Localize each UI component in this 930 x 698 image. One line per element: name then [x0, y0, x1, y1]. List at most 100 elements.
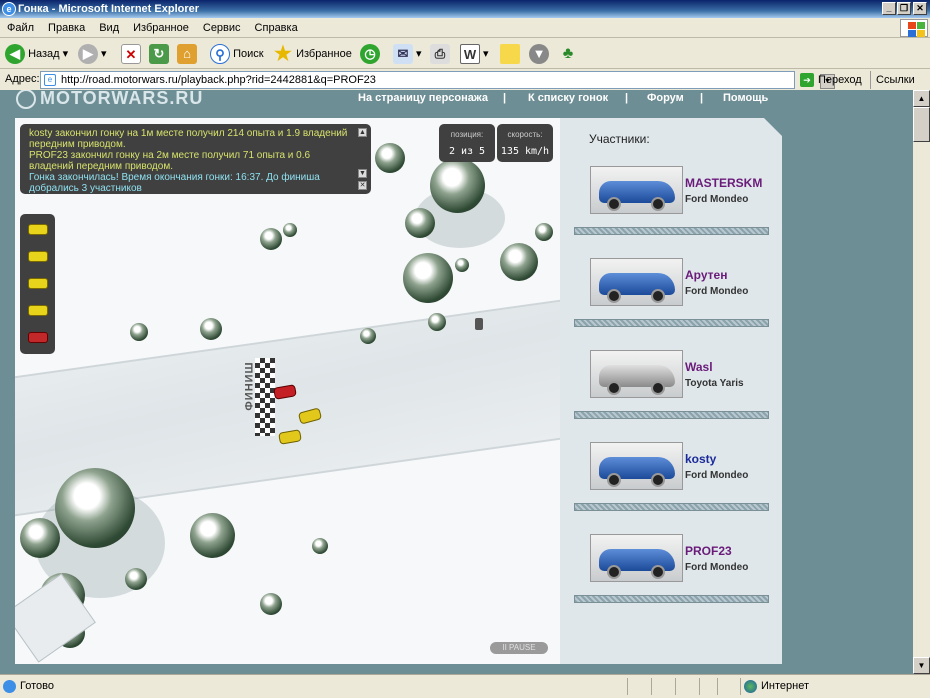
back-label: Назад — [28, 48, 60, 60]
search-button[interactable]: ⚲ Поиск — [210, 42, 264, 66]
tree — [312, 538, 328, 554]
scrollbar-thumb[interactable] — [913, 107, 930, 142]
menu-tools[interactable]: Сервис — [196, 18, 248, 38]
participant-card[interactable]: PROF23 Ford Mondeo — [590, 534, 760, 584]
participant-name[interactable]: Wasl — [685, 360, 713, 374]
menu-favorites[interactable]: Избранное — [126, 18, 196, 38]
address-input[interactable]: e http://road.motorwars.ru/playback.php?… — [40, 71, 835, 89]
maximize-button[interactable]: ❐ — [897, 2, 911, 15]
home-icon: ⌂ — [177, 44, 197, 65]
security-zone: Интернет — [761, 680, 809, 692]
participant-name[interactable]: kosty — [685, 452, 716, 466]
car-photo — [590, 166, 683, 214]
go-button[interactable]: ➔ Переход — [800, 71, 862, 89]
stop-button[interactable]: ✕ — [121, 42, 141, 66]
nav-character-page[interactable]: На страницу персонажа — [358, 92, 488, 104]
tree — [260, 228, 282, 250]
participants-title: Участники: — [589, 132, 650, 146]
discuss-button[interactable] — [500, 42, 520, 66]
tree — [360, 328, 376, 344]
mail-button[interactable]: ✉ ▾ — [393, 42, 422, 66]
address-label: Адрес: — [5, 73, 40, 85]
edit-icon: W — [460, 44, 480, 65]
menu-edit[interactable]: Правка — [41, 18, 92, 38]
tree — [500, 243, 538, 281]
go-arrow-icon: ➔ — [800, 73, 814, 88]
forward-button[interactable]: ▶ ▾ — [78, 42, 107, 66]
race-playback-area[interactable]: ФИНИШ kosty закончил гонку на 1м месте п… — [15, 118, 560, 664]
participant-card[interactable]: kosty Ford Mondeo — [590, 442, 760, 492]
racer-car-icon[interactable] — [28, 305, 48, 316]
speed-panel: скорость: 135 km/h — [497, 124, 553, 162]
research-button[interactable]: ▼ — [529, 42, 549, 66]
history-button[interactable]: ◷ — [360, 42, 380, 66]
racer-car-icon[interactable] — [28, 332, 48, 343]
menu-help[interactable]: Справка — [248, 18, 305, 38]
pause-button[interactable]: II PAUSE — [490, 642, 548, 654]
menu-bar: Файл Правка Вид Избранное Сервис Справка — [0, 18, 930, 38]
nav-separator: | — [503, 92, 507, 104]
tree — [200, 318, 222, 340]
print-button[interactable]: ⎙ — [430, 42, 450, 66]
racer-car-icon[interactable] — [28, 278, 48, 289]
menu-view[interactable]: Вид — [92, 18, 126, 38]
status-text: Готово — [20, 680, 54, 692]
edit-button[interactable]: W ▾ — [460, 42, 489, 66]
windows-logo-icon — [900, 19, 928, 37]
tree — [130, 323, 148, 341]
close-button[interactable]: ✕ — [913, 2, 927, 15]
racer-car-icon[interactable] — [28, 224, 48, 235]
participant-name[interactable]: PROF23 — [685, 544, 732, 558]
scroll-down-arrow-icon[interactable]: ▼ — [913, 657, 930, 674]
tree — [283, 223, 297, 237]
nav-race-list[interactable]: К списку гонок — [528, 92, 608, 104]
mail-icon: ✉ — [393, 44, 413, 65]
message-line: Гонка закончилась! Время окончания гонки… — [29, 172, 320, 194]
participant-car: Ford Mondeo — [685, 470, 749, 481]
car-photo — [590, 258, 683, 306]
nav-forum[interactable]: Форум — [647, 92, 684, 104]
minimize-button[interactable]: _ — [882, 2, 896, 15]
position-panel: позиция: 2 из 5 — [439, 124, 495, 162]
vertical-scrollbar[interactable]: ▲ ▼ — [913, 90, 930, 674]
message-line: kosty закончил гонку на 1м месте получил… — [29, 128, 348, 150]
racer-car-list — [20, 214, 55, 354]
participant-card[interactable]: Wasl Toyota Yaris — [590, 350, 760, 400]
tree — [535, 223, 553, 241]
scroll-up-arrow-icon[interactable]: ▲ — [913, 90, 930, 107]
speed-label: скорость: — [507, 130, 543, 139]
participant-divider — [574, 319, 769, 327]
participant-card[interactable]: Арутен Ford Mondeo — [590, 258, 760, 308]
ie-logo-icon: e — [2, 2, 16, 16]
back-button[interactable]: ◀ Назад ▾ — [5, 42, 68, 66]
racer-car-icon[interactable] — [28, 251, 48, 262]
search-icon: ⚲ — [210, 44, 230, 65]
forward-arrow-icon: ▶ — [78, 44, 98, 65]
favorites-button[interactable]: ★ Избранное — [273, 42, 352, 66]
nav-help[interactable]: Помощь — [723, 92, 768, 104]
home-button[interactable]: ⌂ — [177, 42, 197, 66]
close-messages-icon[interactable]: ✕ — [358, 181, 367, 190]
page-status-icon — [3, 680, 16, 693]
finish-label: ФИНИШ — [243, 361, 256, 411]
messenger-icon: ♣ — [562, 45, 574, 63]
menu-file[interactable]: Файл — [0, 18, 41, 38]
tree — [428, 313, 446, 331]
links-button[interactable]: Ссылки — [870, 71, 915, 89]
history-icon: ◷ — [360, 44, 380, 65]
speed-value: 135 km/h — [500, 146, 550, 157]
participant-name[interactable]: MASTERSKM — [685, 176, 762, 190]
title-bar: e Гонка - Microsoft Internet Explorer _ … — [0, 0, 930, 18]
tree — [125, 568, 147, 590]
scroll-up-icon[interactable]: ▲ — [358, 128, 367, 137]
search-label: Поиск — [233, 48, 264, 60]
scroll-down-icon[interactable]: ▼ — [358, 169, 367, 178]
site-logo[interactable]: MOTORWARS.RU — [16, 90, 203, 110]
tree — [405, 208, 435, 238]
refresh-button[interactable]: ↻ — [149, 42, 169, 66]
participant-car: Ford Mondeo — [685, 286, 749, 297]
participant-name[interactable]: Арутен — [685, 268, 727, 282]
toolbar: ◀ Назад ▾ ▶ ▾ ✕ ↻ ⌂ ⚲ Поиск ★ Избранное … — [0, 39, 930, 69]
messenger-button[interactable]: ♣ — [558, 42, 578, 66]
participant-card[interactable]: MASTERSKM Ford Mondeo — [590, 166, 762, 216]
